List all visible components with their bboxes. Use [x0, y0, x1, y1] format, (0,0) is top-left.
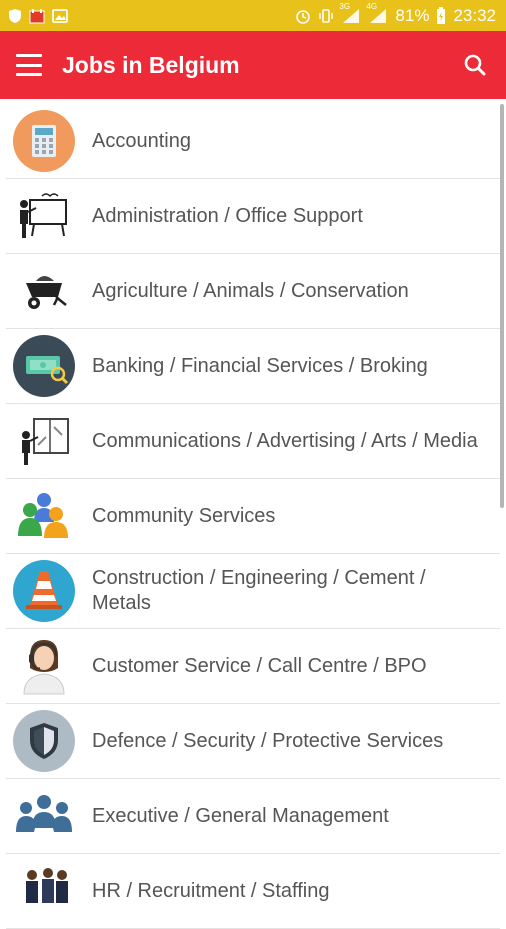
list-item-label: Agriculture / Animals / Conservation — [92, 279, 409, 302]
hamburger-menu-icon[interactable] — [16, 54, 42, 76]
money-icon — [12, 334, 76, 398]
list-item-label: Community Services — [92, 504, 276, 527]
list-item-label: Customer Service / Call Centre / BPO — [92, 654, 427, 677]
calendar-icon — [29, 8, 45, 24]
list-item-defence[interactable]: Defence / Security / Protective Services — [6, 704, 500, 779]
list-item-hr[interactable]: HR / Recruitment / Staffing — [6, 854, 500, 929]
signal-3g-icon: 3G — [339, 2, 361, 24]
app-bar: Jobs in Belgium — [0, 31, 506, 99]
vibrate-icon — [318, 8, 334, 24]
alarm-icon — [295, 8, 311, 24]
calculator-icon — [12, 109, 76, 173]
battery-icon — [436, 6, 446, 25]
list-item-banking[interactable]: Banking / Financial Services / Broking — [6, 329, 500, 404]
wheelbarrow-icon — [12, 259, 76, 323]
list-item-agriculture[interactable]: Agriculture / Animals / Conservation — [6, 254, 500, 329]
list-item-label: Construction / Engineering / Cement / Me… — [92, 567, 426, 614]
scrollbar[interactable] — [500, 104, 504, 508]
status-right: 3G 4G 81% 23:32 — [295, 2, 496, 26]
battery-percent: 81% — [395, 5, 430, 25]
list-item-label: Accounting — [92, 129, 191, 152]
staff-icon — [12, 859, 76, 923]
list-item-label: Executive / General Management — [92, 804, 389, 827]
status-left — [8, 8, 68, 24]
list-item-label: Banking / Financial Services / Broking — [92, 354, 428, 377]
presentation-icon — [12, 184, 76, 248]
list-item-accounting[interactable]: Accounting — [6, 104, 500, 179]
people-icon — [12, 484, 76, 548]
whiteboard-icon — [12, 409, 76, 473]
status-bar: 3G 4G 81% 23:32 — [0, 0, 506, 31]
status-time: 23:32 — [453, 5, 496, 25]
list-item-label: Communications / Advertising / Arts / Me… — [92, 429, 478, 452]
list-item-community-services[interactable]: Community Services — [6, 479, 500, 554]
list-item-label: Administration / Office Support — [92, 204, 363, 227]
network-label: 3G — [339, 1, 351, 11]
list-item-communications[interactable]: Communications / Advertising / Arts / Me… — [6, 404, 500, 479]
shield-check-icon — [8, 8, 22, 24]
app-title: Jobs in Belgium — [62, 51, 240, 78]
list-item-customer-service[interactable]: Customer Service / Call Centre / BPO — [6, 629, 500, 704]
list-item-label: Defence / Security / Protective Services — [92, 729, 444, 752]
category-list: Accounting Administration / Office Suppo… — [0, 104, 500, 929]
team-icon — [12, 784, 76, 848]
signal-4g-icon: 4G — [366, 2, 388, 24]
traffic-cone-icon — [12, 559, 76, 623]
shield-icon — [12, 709, 76, 773]
image-icon — [52, 8, 68, 23]
headset-agent-icon — [12, 634, 76, 698]
list-item-executive[interactable]: Executive / General Management — [6, 779, 500, 854]
list-item-administration[interactable]: Administration / Office Support — [6, 179, 500, 254]
list-item-construction[interactable]: Construction / Engineering / Cement / Me… — [6, 554, 500, 629]
search-icon[interactable] — [460, 50, 490, 80]
network2-label: 4G — [366, 1, 378, 11]
